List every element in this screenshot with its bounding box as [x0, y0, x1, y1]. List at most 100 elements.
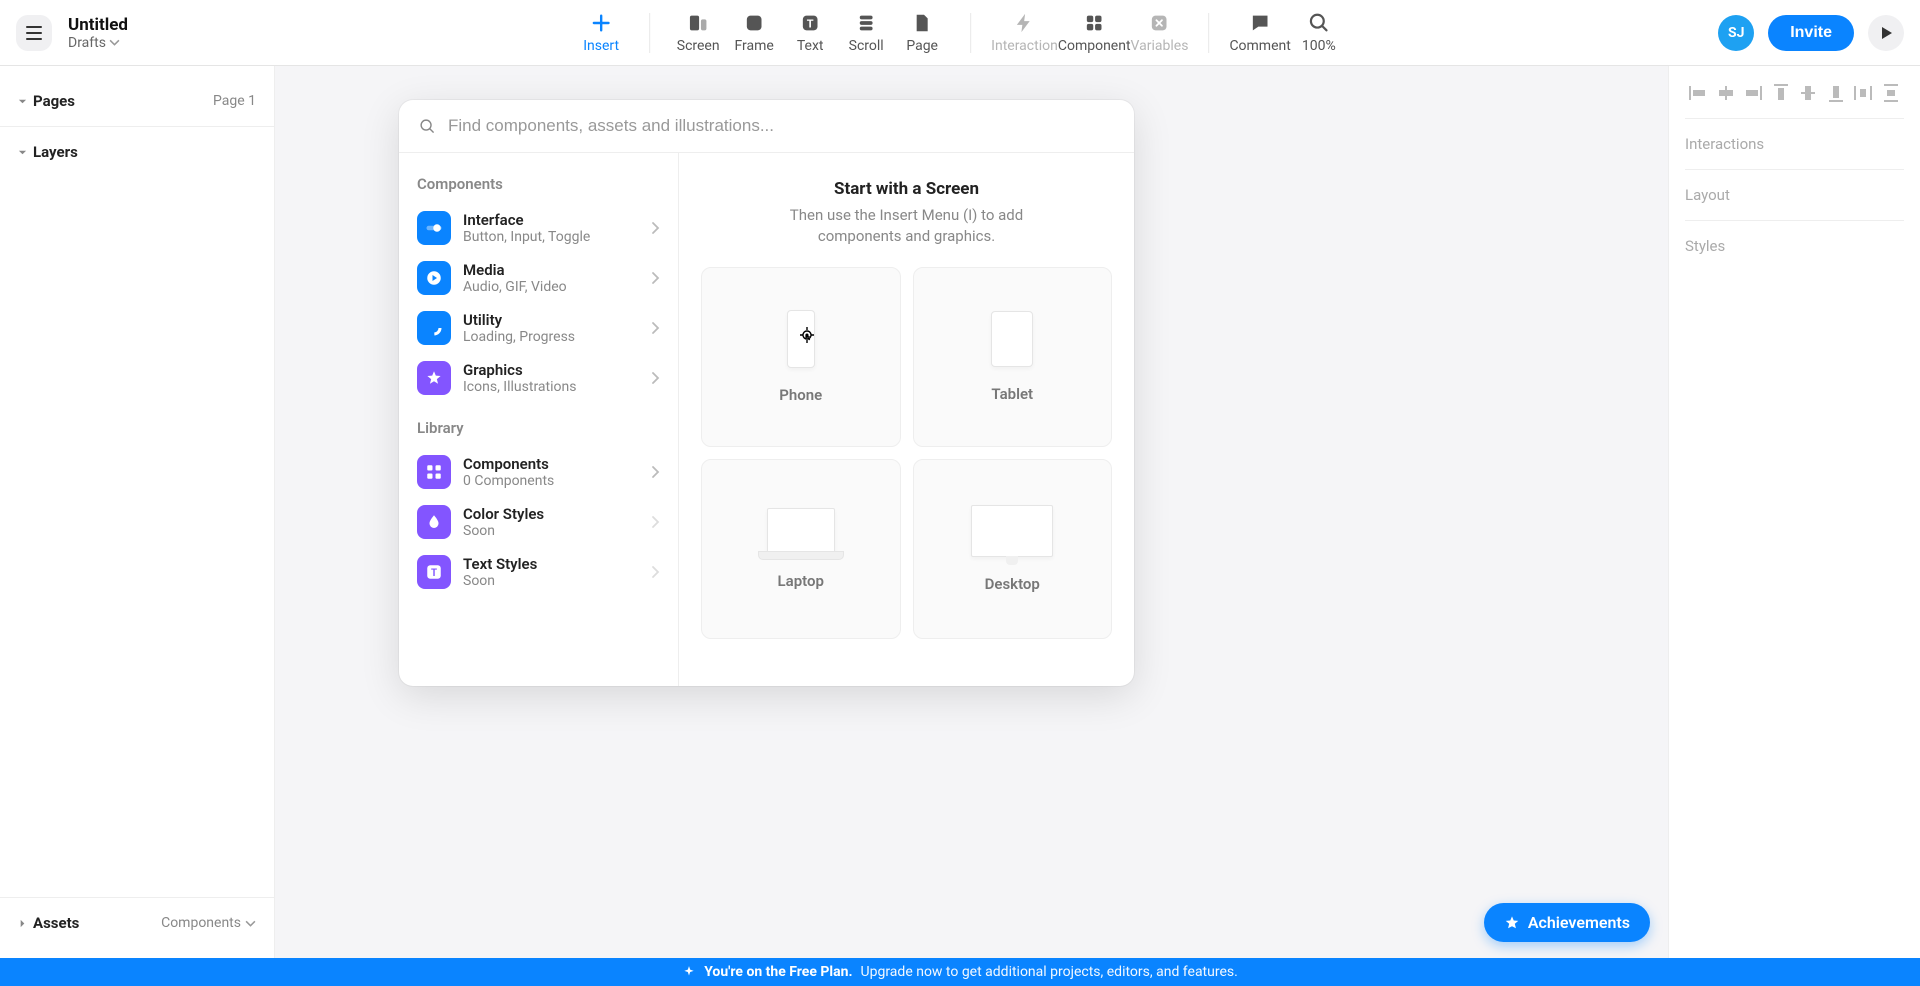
text-tool[interactable]: T Text: [782, 12, 838, 54]
screen-option-phone[interactable]: Phone: [701, 267, 901, 447]
category-text-styles[interactable]: TText StylesSoon: [407, 547, 670, 597]
page-indicator: Page 1: [213, 93, 256, 109]
insert-panel: Components InterfaceButton, Input, Toggl…: [399, 100, 1134, 686]
category-utility[interactable]: UtilityLoading, Progress: [407, 303, 670, 353]
document-info[interactable]: Untitled Drafts: [68, 15, 128, 51]
category-title: Color Styles: [463, 505, 639, 523]
insert-search-bar: [399, 100, 1134, 153]
chevron-right-icon: [651, 221, 660, 235]
insert-search-input[interactable]: [448, 116, 1114, 136]
toolbar-tools: Insert Screen Frame T Text Scroll Page I…: [573, 12, 1347, 54]
align-bottom-button[interactable]: [1823, 84, 1849, 102]
interactions-section[interactable]: Interactions: [1685, 119, 1904, 170]
component-tool[interactable]: Component: [1058, 12, 1131, 54]
category-title: Text Styles: [463, 555, 639, 573]
page-tool[interactable]: Page: [894, 12, 950, 54]
comment-icon: [1249, 12, 1271, 34]
zoom-tool[interactable]: 100%: [1291, 12, 1347, 54]
media-icon: [417, 261, 451, 295]
user-avatar[interactable]: SJ: [1718, 15, 1754, 51]
assets-section[interactable]: Assets Components: [18, 908, 256, 938]
category-components[interactable]: Components0 Components: [407, 447, 670, 497]
starter-title: Start with a Screen: [834, 179, 979, 199]
category-subtitle: Loading, Progress: [463, 329, 639, 345]
align-hcenter-button[interactable]: [1713, 84, 1739, 102]
category-graphics[interactable]: GraphicsIcons, Illustrations: [407, 353, 670, 403]
category-subtitle: Soon: [463, 523, 639, 539]
layout-section[interactable]: Layout: [1685, 170, 1904, 221]
align-left-icon: [1689, 86, 1707, 100]
distribute-v-button[interactable]: [1878, 84, 1904, 102]
category-title: Utility: [463, 311, 639, 329]
document-location: Drafts: [68, 35, 128, 51]
chevron-right-icon: [651, 271, 660, 285]
interaction-tool[interactable]: Interaction: [991, 12, 1058, 54]
category-color-styles[interactable]: Color StylesSoon: [407, 497, 670, 547]
variables-tool[interactable]: Variables: [1131, 12, 1189, 54]
invite-button-label: Invite: [1790, 24, 1832, 41]
components-icon: [417, 455, 451, 489]
page-tool-label: Page: [906, 38, 938, 54]
align-right-icon: [1744, 86, 1762, 100]
frame-icon: [743, 12, 765, 34]
assets-label: Assets: [33, 914, 79, 932]
screen-option-label: Desktop: [985, 575, 1040, 593]
layers-label: Layers: [33, 143, 78, 161]
graphics-icon: [417, 361, 451, 395]
distribute-h-button[interactable]: [1850, 84, 1876, 102]
screen-option-tablet[interactable]: Tablet: [913, 267, 1113, 447]
component-icon: [1083, 12, 1105, 34]
sidebar-divider: [0, 126, 274, 127]
pages-section[interactable]: Pages Page 1: [18, 86, 256, 116]
right-sidebar: Interactions Layout Styles: [1668, 66, 1920, 958]
caret-down-icon: [18, 148, 27, 157]
screen-icon: [687, 12, 709, 34]
invite-button[interactable]: Invite: [1768, 15, 1854, 51]
screen-option-laptop[interactable]: Laptop: [701, 459, 901, 639]
align-bottom-icon: [1829, 84, 1843, 102]
caret-down-icon: [18, 97, 27, 106]
frame-tool[interactable]: Frame: [726, 12, 782, 54]
free-plan-banner[interactable]: You're on the Free Plan. Upgrade now to …: [0, 958, 1920, 986]
sidebar-divider: [0, 897, 274, 898]
chevron-right-icon: [651, 565, 660, 579]
align-top-button[interactable]: [1768, 84, 1794, 102]
category-title: Media: [463, 261, 639, 279]
user-initials: SJ: [1728, 25, 1744, 41]
toolbar-separator: [970, 13, 971, 53]
topbar-right: SJ Invite: [1718, 15, 1904, 51]
align-right-button[interactable]: [1740, 84, 1766, 102]
screen-option-label: Laptop: [778, 572, 824, 590]
insert-starter: Start with a Screen Then use the Insert …: [679, 153, 1134, 686]
main-area: Pages Page 1 Layers Assets Components: [0, 66, 1920, 958]
align-vcenter-button[interactable]: [1795, 84, 1821, 102]
search-icon: [419, 118, 436, 135]
play-button[interactable]: [1868, 15, 1904, 51]
category-media[interactable]: MediaAudio, GIF, Video: [407, 253, 670, 303]
category-interface[interactable]: InterfaceButton, Input, Toggle: [407, 203, 670, 253]
scroll-tool[interactable]: Scroll: [838, 12, 894, 54]
tablet-shape-icon: [991, 311, 1033, 367]
comment-tool[interactable]: Comment: [1229, 12, 1290, 54]
color-icon: [417, 505, 451, 539]
align-vcenter-icon: [1801, 84, 1815, 102]
components-header: Components: [407, 169, 670, 203]
align-left-button[interactable]: [1685, 84, 1711, 102]
text-tool-label: Text: [797, 38, 824, 54]
banner-bold-text: You're on the Free Plan.: [704, 964, 852, 980]
distribute-h-icon: [1854, 86, 1872, 100]
canvas[interactable]: Components InterfaceButton, Input, Toggl…: [275, 66, 1668, 958]
top-toolbar: Untitled Drafts Insert Screen Frame T Te…: [0, 0, 1920, 66]
layers-section[interactable]: Layers: [18, 137, 256, 167]
chevron-down-icon: [109, 37, 120, 48]
styles-section[interactable]: Styles: [1685, 221, 1904, 271]
starter-subtitle: Then use the Insert Menu (I) to add comp…: [767, 205, 1047, 247]
achievements-button[interactable]: Achievements: [1484, 903, 1650, 942]
insert-tool[interactable]: Insert: [573, 12, 629, 54]
screen-tool[interactable]: Screen: [670, 12, 726, 54]
library-header: Library: [407, 413, 670, 447]
menu-button[interactable]: [16, 15, 52, 51]
screen-option-desktop[interactable]: Desktop: [913, 459, 1113, 639]
category-subtitle: Soon: [463, 573, 639, 589]
interface-icon: [417, 211, 451, 245]
